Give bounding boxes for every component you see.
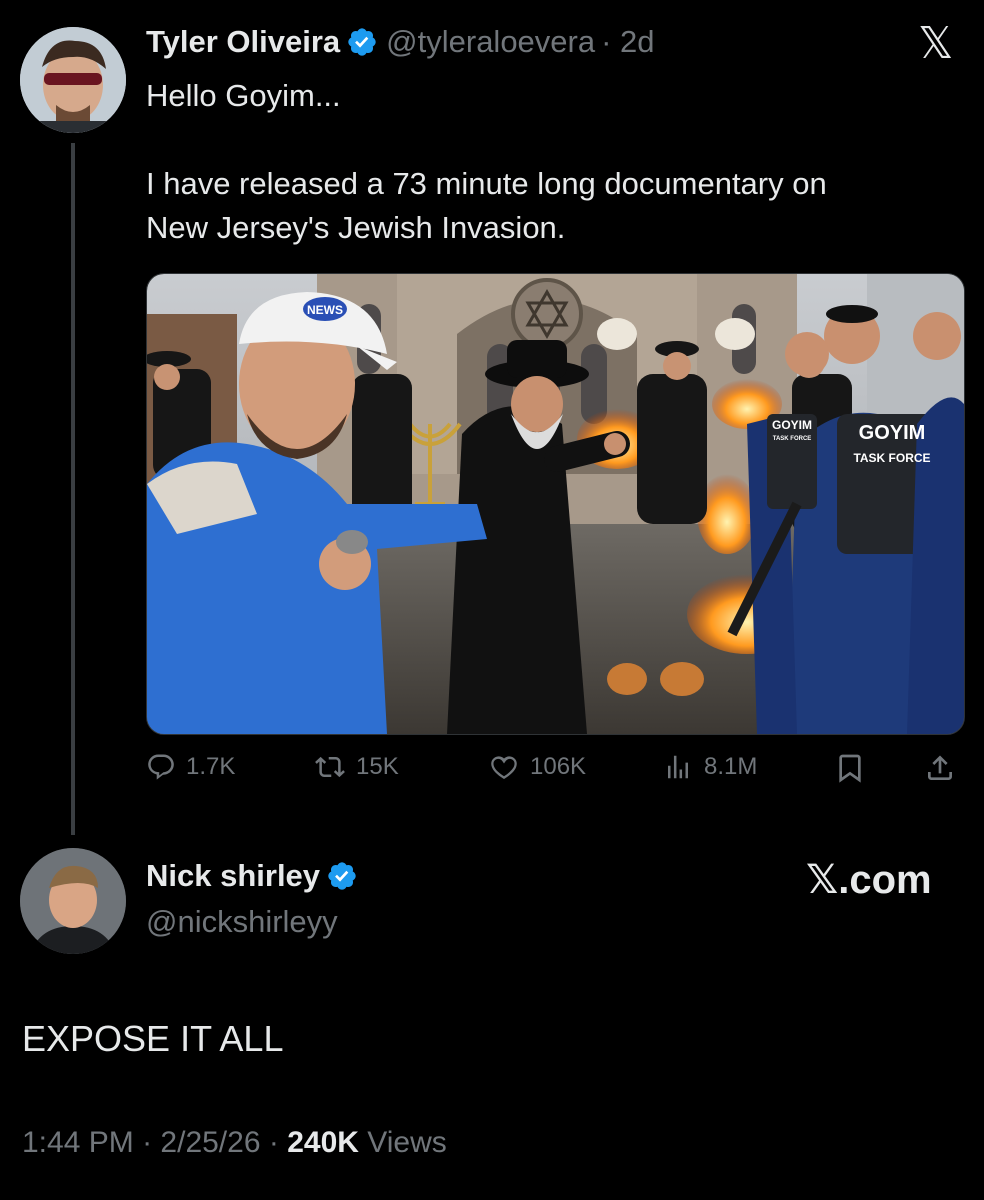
like-button[interactable]: 106K	[488, 752, 586, 782]
vest-text-right-1: GOYIM	[859, 422, 926, 444]
author-handle[interactable]: @tyleraloevera	[386, 24, 595, 60]
cap-badge-text: NEWS	[307, 303, 343, 317]
views-label: Views	[367, 1126, 447, 1159]
view-count: 240K	[287, 1126, 359, 1159]
x-logo-icon[interactable]: 𝕏	[918, 18, 953, 69]
reply-icon	[148, 754, 174, 780]
avatar-nick[interactable]	[20, 848, 126, 954]
quoted-tweet-text: Hello Goyim... I have released a 73 minu…	[146, 78, 827, 245]
thread-connector-line	[71, 143, 75, 835]
tweet-time[interactable]: 1:44 PM	[22, 1126, 134, 1159]
view-count: 8.1M	[704, 753, 758, 780]
x-com-brand[interactable]: 𝕏.com	[806, 857, 932, 903]
vest-text-left-1: GOYIM	[772, 418, 812, 432]
tweet-age[interactable]: · 2d	[601, 24, 654, 60]
meta-separator: ·	[268, 1126, 279, 1159]
verified-badge-icon	[328, 862, 356, 890]
tweet-action-bar: 1.7K 15K 106K 8.1M	[146, 752, 964, 792]
verified-badge-icon	[348, 28, 376, 56]
reply-button[interactable]: 1.7K	[146, 752, 235, 782]
author-name[interactable]: Tyler Oliveira	[146, 24, 340, 60]
repost-button[interactable]: 15K	[314, 752, 399, 782]
bookmark-icon	[839, 754, 861, 783]
views-icon	[668, 755, 688, 779]
tweet-meta: 1:44 PM · 2/25/26 · 240K Views	[22, 1126, 447, 1160]
author-name[interactable]: Nick shirley	[146, 858, 320, 894]
main-tweet-text: EXPOSE IT ALL	[22, 1018, 284, 1059]
main-tweet-header: Nick shirley	[146, 858, 366, 894]
like-count: 106K	[530, 753, 587, 780]
vest-text-left-2: TASK FORCE	[773, 436, 812, 442]
author-handle[interactable]: @nickshirleyy	[146, 904, 338, 940]
reply-count: 1.7K	[186, 753, 236, 780]
meta-separator: ·	[142, 1126, 153, 1159]
share-button[interactable]	[924, 752, 966, 784]
tweet-date[interactable]: 2/25/26	[160, 1126, 260, 1159]
share-icon	[928, 755, 952, 780]
bookmark-button[interactable]	[834, 752, 876, 784]
views-button[interactable]: 8.1M	[662, 752, 757, 782]
tweet-media-image[interactable]: GOYIM TASK FORCE GOYIM TASK FORCE NEWS	[146, 273, 965, 735]
quoted-tweet-header: Tyler Oliveira @tyleraloevera · 2d	[146, 24, 655, 60]
repost-icon	[315, 756, 345, 778]
repost-count: 15K	[356, 753, 399, 780]
avatar-tyler[interactable]	[20, 27, 126, 133]
vest-text-right-2: TASK FORCE	[853, 451, 930, 465]
like-icon	[491, 756, 517, 779]
